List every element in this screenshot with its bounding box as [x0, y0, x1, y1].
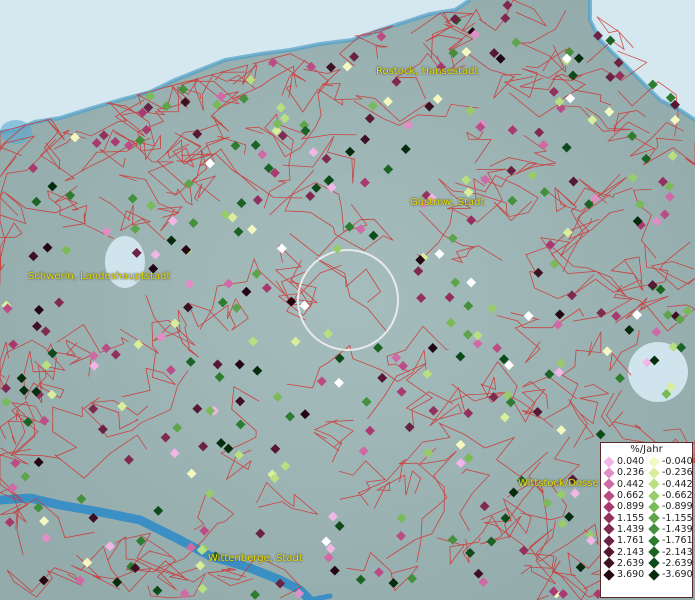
legend-entry: -0.040 — [646, 455, 693, 468]
legend-value: 0.236 — [617, 467, 645, 479]
legend-swatch — [603, 546, 615, 558]
legend-swatch — [648, 512, 660, 524]
legend-row: 0.442 -0.442 — [601, 478, 693, 490]
legend-entry: -0.236 — [646, 467, 693, 479]
legend-value: 0.899 — [617, 501, 645, 513]
map-legend: %/Jahr 0.040 -0.040 0.236 -0.236 0.442 -0.442… — [600, 442, 693, 598]
legend-value: -3.690 — [662, 569, 693, 581]
legend-entry: -0.662 — [646, 489, 693, 502]
legend-swatch — [603, 455, 615, 468]
legend-value: 1.761 — [617, 535, 645, 547]
legend-entry: -3.690 — [646, 568, 693, 581]
legend-entry: 0.040 — [601, 455, 646, 468]
legend-row: 2.143 -2.143 — [601, 546, 693, 558]
legend-value: -0.899 — [662, 501, 693, 513]
legend-value: 3.690 — [617, 569, 645, 581]
legend-entry: -0.442 — [646, 478, 693, 490]
legend-entry: -1.155 — [646, 512, 693, 524]
legend-entry: 2.639 — [601, 557, 646, 569]
legend-entry: -1.439 — [646, 523, 693, 536]
legend-swatch — [603, 501, 615, 513]
legend-swatch — [648, 467, 660, 479]
legend-title: %/Jahr — [630, 444, 663, 455]
legend-value: 2.639 — [617, 557, 645, 569]
legend-swatch — [648, 478, 660, 490]
legend-entry: -1.761 — [646, 535, 693, 547]
legend-value: -2.143 — [662, 546, 693, 558]
legend-entry: 2.143 — [601, 546, 646, 558]
legend-swatch — [603, 489, 615, 502]
legend-value: 1.155 — [617, 512, 645, 524]
legend-swatch — [603, 535, 615, 547]
place-label-guestrow: Güstrow, Stadt — [410, 197, 485, 208]
legend-swatch — [648, 535, 660, 547]
legend-row: 1.439 -1.439 — [601, 523, 693, 536]
legend-entry: -2.143 — [646, 546, 693, 558]
legend-value: -0.662 — [662, 490, 693, 502]
legend-value: 0.442 — [617, 478, 645, 490]
legend-swatch — [648, 546, 660, 558]
legend-row: 1.155 -1.155 — [601, 512, 693, 524]
legend-value: -0.236 — [662, 467, 693, 479]
legend-row: 0.899 -0.899 — [601, 501, 693, 513]
legend-value: 1.439 — [617, 523, 645, 535]
place-label-wittstock: Wittstock/Dosse — [518, 478, 599, 489]
legend-swatch — [603, 557, 615, 569]
legend-swatch — [648, 501, 660, 513]
legend-swatch — [603, 512, 615, 524]
legend-swatch — [603, 467, 615, 479]
legend-value: 2.143 — [617, 546, 645, 558]
legend-row: 2.639 -2.639 — [601, 557, 693, 569]
legend-value: 0.662 — [617, 490, 645, 502]
lake-east — [628, 342, 688, 402]
legend-row: 1.761 -1.761 — [601, 535, 693, 547]
legend-swatch — [603, 568, 615, 581]
map-canvas[interactable] — [0, 0, 695, 600]
legend-swatch — [648, 489, 660, 502]
legend-entry: 1.155 — [601, 512, 646, 524]
legend-swatch — [648, 455, 660, 468]
place-label-schwerin: Schwerin, Landeshauptstadt — [28, 271, 171, 282]
legend-value: -2.639 — [662, 557, 693, 569]
legend-value: -0.442 — [662, 478, 693, 490]
legend-value: -0.040 — [662, 456, 693, 468]
legend-entry: -2.639 — [646, 557, 693, 569]
legend-entry: 0.442 — [601, 478, 646, 490]
place-label-rostock: Rostock, Hansestadt — [376, 66, 479, 77]
legend-swatch — [648, 557, 660, 569]
legend-value: -1.761 — [662, 535, 693, 547]
legend-swatch — [603, 478, 615, 490]
legend-entry: 3.690 — [601, 568, 646, 581]
legend-value: -1.155 — [662, 512, 693, 524]
legend-swatch — [648, 523, 660, 536]
legend-swatch — [648, 568, 660, 581]
legend-row: 0.040 -0.040 — [601, 455, 693, 468]
legend-row: 0.236 -0.236 — [601, 467, 693, 479]
legend-entry: 0.236 — [601, 467, 646, 479]
legend-row: 0.662 -0.662 — [601, 489, 693, 502]
place-label-wittenberge: Wittenberge, Stadt — [208, 553, 303, 564]
legend-value: -1.439 — [662, 523, 693, 535]
legend-entry: -0.899 — [646, 501, 693, 513]
legend-entry: 0.899 — [601, 501, 646, 513]
legend-entry: 1.439 — [601, 523, 646, 536]
legend-swatch — [603, 523, 615, 536]
legend-entry: 1.761 — [601, 535, 646, 547]
legend-value: 0.040 — [617, 456, 645, 468]
legend-row: 3.690 -3.690 — [601, 568, 693, 581]
legend-rows: 0.040 -0.040 0.236 -0.236 0.442 -0.442 0.662 -0… — [601, 455, 693, 581]
legend-entry: 0.662 — [601, 489, 646, 502]
